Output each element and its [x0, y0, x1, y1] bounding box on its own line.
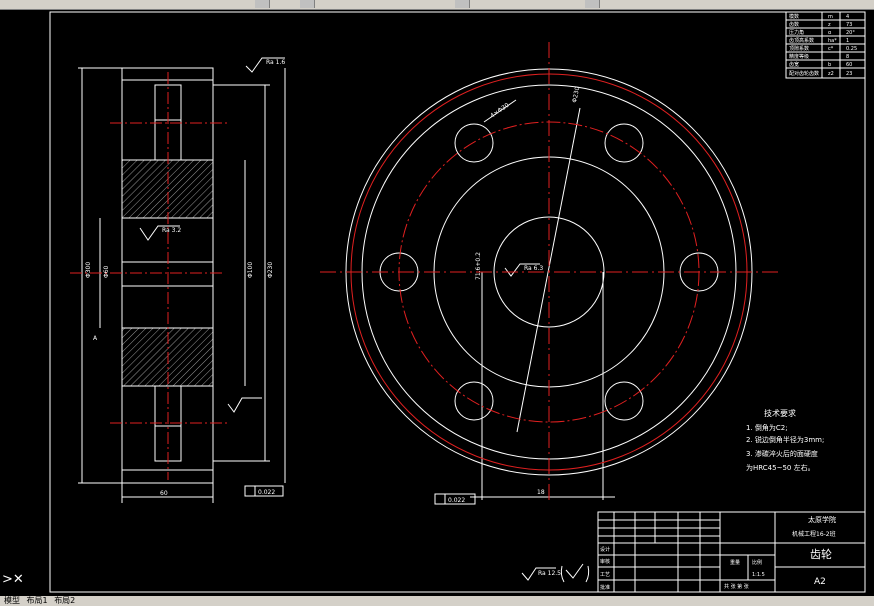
param-name: 模数 [789, 13, 799, 20]
sheet-size: A2 [814, 577, 826, 587]
tech-heading: 技术要求 [764, 408, 796, 418]
tab-layout2[interactable]: 布局2 [54, 596, 75, 606]
row-approve: 批准 [600, 584, 610, 591]
param-value: 23 [846, 71, 852, 77]
dim-keyway-width: 18 [537, 489, 545, 496]
drawing-canvas[interactable]: Φ300 Φ60 Φ100 Φ230 60 Ra 1.6 Ra 3.2 Ra 6… [0, 0, 874, 596]
row-process: 工艺 [600, 572, 610, 578]
scale-label: 比例 [752, 559, 762, 566]
front-centerlines [320, 42, 782, 500]
tolerance-frame [244, 485, 476, 505]
param-symbol: z2 [828, 71, 834, 77]
school-name: 太原学院 [808, 515, 836, 524]
layout-tabs: 模型 布局1 布局2 [0, 596, 874, 606]
tech-item-4: 为HRC45~50 左右。 [746, 463, 815, 472]
param-name: 齿数 [789, 21, 799, 28]
dim-hole-dia: 4×Φ30 [489, 102, 511, 120]
param-value: 73 [846, 22, 852, 28]
param-symbol: z [828, 22, 831, 28]
param-name: 顶隙系数 [789, 45, 809, 52]
param-name: 精度等级 [789, 53, 809, 60]
param-symbol: b [828, 62, 831, 68]
param-name: 齿顶高系数 [789, 37, 814, 44]
tolerance-value-2: 0.022 [448, 497, 465, 504]
param-value: 4 [846, 14, 849, 20]
dim-hub: Φ100 [247, 262, 254, 278]
tech-item-2: 2. 锐边倒角半径为3mm; [746, 435, 824, 444]
tolerance-value: 0.022 [258, 489, 275, 496]
weight-label: 重量 [730, 559, 740, 566]
datum-label: A [93, 335, 98, 342]
row-review: 审核 [600, 558, 610, 565]
row-design: 设计 [600, 546, 610, 553]
dim-bolt-circle: Φ230 [267, 262, 274, 278]
class-line: 机械工程16-2班 [792, 530, 836, 538]
dim-outer-dia: Φ300 [85, 262, 92, 278]
param-name: 齿宽 [789, 61, 799, 68]
dim-key-depth: 71.6+0.2 [475, 252, 482, 280]
param-symbol: m [828, 14, 833, 20]
param-symbol: c* [828, 46, 834, 52]
roughness-b-label: Ra 3.2 [162, 227, 181, 234]
tab-layout1[interactable]: 布局1 [27, 596, 48, 606]
ucs-icon: >✕ [2, 572, 24, 587]
tab-model[interactable]: 模型 [4, 596, 20, 606]
dim-width: 60 [160, 490, 168, 497]
tech-item-1: 1. 倒角为C2; [746, 423, 788, 432]
param-symbol: α [828, 30, 832, 36]
section-view [78, 67, 286, 503]
param-value: 20° [846, 30, 855, 36]
param-value: 1 [846, 38, 849, 44]
tech-item-3: 3. 渗碳淬火后的面硬度 [746, 449, 818, 458]
param-symbol: ha* [828, 38, 837, 44]
param-value: 0.25 [846, 46, 857, 52]
general-roughness-label: Ra 12.5 [538, 570, 561, 577]
param-name: 配对齿轮齿数 [789, 70, 819, 77]
param-value: 8 [846, 54, 849, 60]
param-value: 60 [846, 62, 852, 68]
scale-value: 1:1.5 [752, 572, 765, 578]
dim-gear-bore: Φ60 [103, 265, 110, 278]
dim-bolt-circle-front: Φ230 [571, 86, 581, 103]
param-name: 压力角 [789, 29, 804, 36]
roughness-c-label: Ra 6.3 [524, 265, 543, 272]
sheet-count: 共 张 第 张 [724, 583, 749, 590]
part-name: 齿轮 [810, 547, 832, 561]
roughness-a-label: Ra 1.6 [266, 59, 285, 66]
